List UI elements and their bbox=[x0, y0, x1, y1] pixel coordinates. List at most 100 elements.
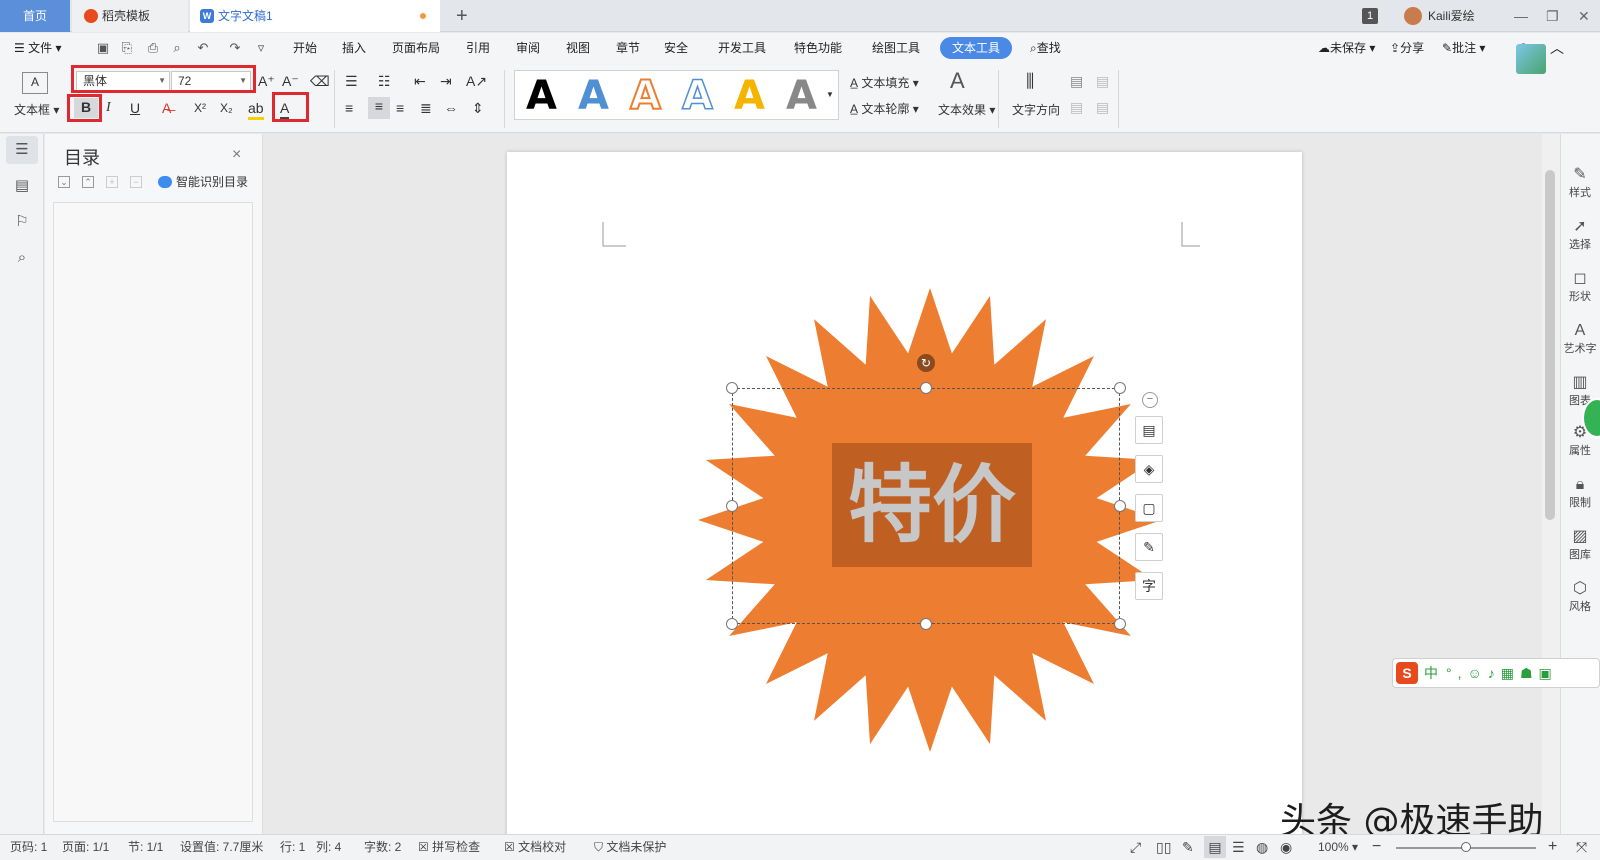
zoom-slider-knob[interactable] bbox=[1461, 842, 1471, 852]
tab-document[interactable]: W 文字文稿1 bbox=[190, 0, 440, 32]
spell-check-button[interactable]: ☒ 拼写检查 bbox=[418, 834, 480, 860]
status-words[interactable]: 字数: 2 bbox=[364, 834, 401, 860]
undo-icon[interactable]: ↶ bbox=[196, 41, 210, 55]
rp-style[interactable]: ✎ 样式 bbox=[1561, 166, 1599, 200]
file-menu[interactable]: ☰ 文件 ▾ bbox=[14, 33, 61, 63]
menu-tab-9[interactable]: 特色功能 bbox=[794, 33, 842, 63]
menu-tab-5[interactable]: 视图 bbox=[566, 33, 590, 63]
web-view-icon[interactable]: ◍ bbox=[1256, 834, 1268, 860]
scrollbar-thumb[interactable] bbox=[1545, 170, 1555, 520]
superscript-button[interactable]: X² bbox=[194, 99, 206, 117]
text-transform-icon[interactable]: A↗ bbox=[466, 72, 487, 90]
menu-tab-0[interactable]: 开始 bbox=[293, 33, 317, 63]
menu-tab-4[interactable]: 审阅 bbox=[516, 33, 540, 63]
text-tool-icon[interactable]: 字 bbox=[1135, 572, 1163, 600]
distribute-icon[interactable]: ⇔ bbox=[444, 99, 458, 117]
bullet-list-icon[interactable]: ☰ bbox=[345, 72, 358, 90]
subscript-button[interactable]: X₂ bbox=[220, 99, 233, 117]
chevron-up-icon[interactable]: ︿ bbox=[1550, 33, 1564, 63]
text-outline-button[interactable]: A̲ 文本轮廓 ▾ bbox=[850, 100, 919, 117]
redo-icon[interactable]: ↷ bbox=[228, 41, 242, 55]
strikethrough-icon[interactable]: A̶ bbox=[162, 99, 171, 117]
export-pdf-icon[interactable]: ⎘ bbox=[120, 41, 134, 55]
new-tab-button[interactable]: + bbox=[456, 3, 468, 29]
align-right-icon[interactable]: ≡ bbox=[396, 99, 404, 117]
increase-indent-icon[interactable]: ⇥ bbox=[440, 72, 452, 90]
zoom-out-icon[interactable]: − bbox=[1372, 834, 1381, 860]
toc-list[interactable] bbox=[53, 202, 253, 822]
text-direction-button[interactable]: 文字方向 bbox=[1012, 101, 1060, 118]
text-fill-button[interactable]: A̲ 文本填充 ▾ bbox=[850, 74, 919, 91]
fit-page-icon[interactable]: ⤧ bbox=[1576, 834, 1587, 860]
menu-tab-8[interactable]: 开发工具 bbox=[718, 33, 766, 63]
toc-collapse-icon[interactable]: ⌃ bbox=[82, 176, 94, 188]
rp-select[interactable]: ➚ 选择 bbox=[1561, 218, 1599, 252]
tab-home[interactable]: 首页 bbox=[0, 0, 70, 32]
rp-theme[interactable]: ⬡ 风格 bbox=[1561, 580, 1599, 614]
layout-options-icon[interactable]: ▤ bbox=[1135, 416, 1163, 444]
toc-nav-icon[interactable]: ☰ bbox=[12, 140, 32, 160]
toc-expand-icon[interactable]: ⌄ bbox=[58, 176, 70, 188]
zoom-level[interactable]: 100% ▾ bbox=[1318, 834, 1358, 860]
format-painter-icon[interactable]: ✎ bbox=[1135, 533, 1163, 561]
rp-wordart[interactable]: A 艺术字 bbox=[1561, 322, 1599, 356]
menu-tab-7[interactable]: 安全 bbox=[664, 33, 688, 63]
style-black[interactable]: A bbox=[526, 76, 557, 116]
status-page[interactable]: 页面: 1/1 bbox=[62, 834, 109, 860]
style-blue-outline[interactable]: A bbox=[681, 75, 713, 117]
resize-handle-s[interactable] bbox=[920, 618, 932, 630]
close-window-button[interactable]: ✕ bbox=[1578, 0, 1590, 32]
zoom-in-icon[interactable]: + bbox=[1548, 834, 1557, 860]
align-center-icon[interactable]: ≡ bbox=[368, 97, 390, 119]
menu-tab-10[interactable]: 绘图工具 bbox=[872, 33, 920, 63]
unsaved-button[interactable]: ☁未保存 ▾ bbox=[1318, 33, 1375, 63]
resize-handle-ne[interactable] bbox=[1114, 382, 1126, 394]
fill-icon[interactable]: ◈ bbox=[1135, 455, 1163, 483]
tab-template[interactable]: 稻壳模板 bbox=[72, 0, 188, 32]
resize-handle-w[interactable] bbox=[726, 500, 738, 512]
proof-button[interactable]: ☒ 文档校对 bbox=[504, 834, 566, 860]
window-count-badge[interactable]: 1 bbox=[1362, 8, 1378, 24]
resize-handle-e[interactable] bbox=[1114, 500, 1126, 512]
restore-button[interactable]: ❐ bbox=[1546, 0, 1559, 32]
protect-button[interactable]: ⛉ 文档未保护 bbox=[594, 834, 666, 860]
italic-button[interactable]: I bbox=[106, 99, 111, 117]
smart-toc-button[interactable]: 智能识别目录 bbox=[176, 173, 248, 190]
reading-mode-icon[interactable]: ▯▯ bbox=[1156, 834, 1171, 860]
minimize-button[interactable]: — bbox=[1514, 0, 1528, 32]
style-blue[interactable]: A bbox=[578, 76, 609, 116]
menu-tab-11[interactable]: 文本工具 bbox=[940, 37, 1013, 59]
eye-protection-icon[interactable]: ◉ bbox=[1280, 834, 1292, 860]
fullscreen-icon[interactable]: ⤢ bbox=[1130, 834, 1141, 860]
justify-icon[interactable]: ≣ bbox=[420, 99, 432, 117]
style-gold[interactable]: A bbox=[734, 76, 765, 116]
numbered-list-icon[interactable]: ☷ bbox=[378, 72, 391, 90]
rp-gallery[interactable]: ▨ 图库 bbox=[1561, 528, 1599, 562]
clear-format-icon[interactable]: ⌫ bbox=[310, 72, 330, 90]
bookmark-nav-icon[interactable]: ⚐ bbox=[12, 212, 32, 232]
line-spacing-icon[interactable]: ⇕ bbox=[472, 99, 484, 117]
resize-handle-nw[interactable] bbox=[726, 382, 738, 394]
ime-tools-icon[interactable]: °,☺♪▦☗▣ bbox=[1446, 662, 1558, 684]
collapse-float-icon[interactable]: − bbox=[1142, 392, 1158, 408]
customize-icon[interactable]: ▿ bbox=[254, 41, 268, 55]
menu-tab-2[interactable]: 页面布局 bbox=[392, 33, 440, 63]
decrease-indent-icon[interactable]: ⇤ bbox=[414, 72, 426, 90]
menu-tab-6[interactable]: 章节 bbox=[616, 33, 640, 63]
resize-handle-n[interactable] bbox=[920, 382, 932, 394]
text-effect-icon[interactable]: A bbox=[950, 70, 965, 92]
grow-font-icon[interactable]: A⁺ bbox=[258, 72, 275, 90]
gallery-expand-icon[interactable]: ▼ bbox=[826, 86, 834, 104]
text-effect-button[interactable]: 文本效果 ▾ bbox=[938, 101, 995, 118]
search-button[interactable]: ⌕查找 bbox=[1030, 33, 1061, 63]
text-direction-icon[interactable]: ⫼ bbox=[1026, 72, 1034, 90]
username[interactable]: Kaili爱绘 bbox=[1428, 0, 1475, 32]
close-icon[interactable]: × bbox=[232, 146, 241, 164]
ime-lang[interactable]: 中 bbox=[1424, 662, 1438, 684]
comment-button[interactable]: ✎批注 ▾ bbox=[1442, 33, 1485, 63]
rotate-handle-icon[interactable]: ↻ bbox=[917, 354, 935, 372]
pages-nav-icon[interactable]: ▤ bbox=[12, 176, 32, 196]
avatar[interactable] bbox=[1404, 7, 1422, 25]
resize-handle-sw[interactable] bbox=[726, 618, 738, 630]
rp-shape[interactable]: ◻ 形状 bbox=[1561, 270, 1599, 304]
